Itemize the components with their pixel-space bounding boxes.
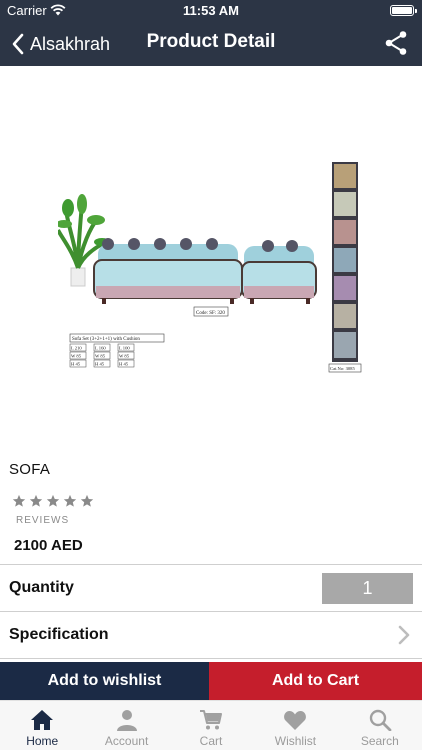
dimension-cell: H 45	[119, 362, 129, 367]
product-name: SOFA	[9, 461, 51, 478]
specification-row[interactable]: Specification	[0, 611, 422, 659]
sofa-set-title: Sofa Set (3+2+1+1) with Cushion	[72, 337, 140, 342]
dimension-cell: W 85	[95, 354, 106, 359]
dimension-cell: H 45	[95, 362, 105, 367]
share-icon[interactable]	[384, 30, 408, 56]
navigation-bar: Alsakhrah Product Detail	[0, 22, 422, 66]
battery-icon	[390, 5, 417, 16]
page-title: Product Detail	[146, 31, 276, 52]
status-bar: Carrier 11:53 AM	[0, 0, 422, 22]
tab-wishlist[interactable]: Wishlist	[253, 701, 337, 750]
cart-icon	[200, 710, 223, 730]
search-icon	[369, 709, 392, 731]
dimension-cell: W 85	[71, 354, 82, 359]
star-icon[interactable]	[46, 494, 60, 508]
tab-home-label: Home	[26, 734, 59, 748]
top-bar: Carrier 11:53 AM Alsakhrah Product Detai…	[0, 0, 422, 66]
armchair-illustration	[241, 240, 317, 304]
rating-stars[interactable]	[12, 494, 94, 508]
account-icon	[116, 710, 137, 731]
quantity-field[interactable]: 1	[322, 573, 413, 604]
dimension-cell: L 160	[95, 346, 106, 351]
product-image: Code: SF: 320 Sofa Set (3+2+1+1) with Cu…	[58, 162, 362, 373]
status-time: 11:53 AM	[183, 3, 239, 18]
tab-bar: Home Account Cart Wishlist Search	[0, 700, 422, 750]
star-icon[interactable]	[12, 494, 26, 508]
dimension-cell: W 85	[119, 354, 130, 359]
dimension-cell: L 210	[71, 346, 82, 351]
tab-account[interactable]: Account	[84, 701, 168, 750]
tab-account-label: Account	[104, 734, 149, 748]
catalog-number-label: Cat.No: 3085	[330, 366, 355, 371]
home-icon	[31, 710, 54, 730]
dimension-cell: H 45	[71, 362, 81, 367]
product-code-label: Code: SF: 320	[196, 311, 225, 316]
product-price: 2100 AED	[14, 537, 83, 554]
heart-icon	[284, 711, 307, 730]
specification-label: Specification	[9, 626, 109, 643]
dimension-cell: L 100	[119, 346, 130, 351]
quantity-row: Quantity 1	[0, 564, 422, 611]
fabric-swatches	[332, 162, 358, 362]
tab-search[interactable]: Search	[338, 701, 422, 750]
tab-home[interactable]: Home	[0, 701, 84, 750]
star-icon[interactable]	[80, 494, 94, 508]
add-to-wishlist-button[interactable]: Add to wishlist	[0, 662, 209, 700]
tab-search-label: Search	[360, 734, 399, 748]
quantity-label: Quantity	[9, 579, 74, 596]
tab-cart-label: Cart	[199, 734, 223, 748]
chevron-right-icon	[398, 625, 410, 645]
star-icon[interactable]	[63, 494, 77, 508]
sofa-illustration	[93, 238, 243, 304]
reviews-label[interactable]: REVIEWS	[16, 515, 69, 526]
tab-cart[interactable]: Cart	[169, 701, 253, 750]
star-icon[interactable]	[29, 494, 43, 508]
tab-wishlist-label: Wishlist	[274, 734, 317, 748]
add-to-cart-button[interactable]: Add to Cart	[209, 662, 422, 700]
